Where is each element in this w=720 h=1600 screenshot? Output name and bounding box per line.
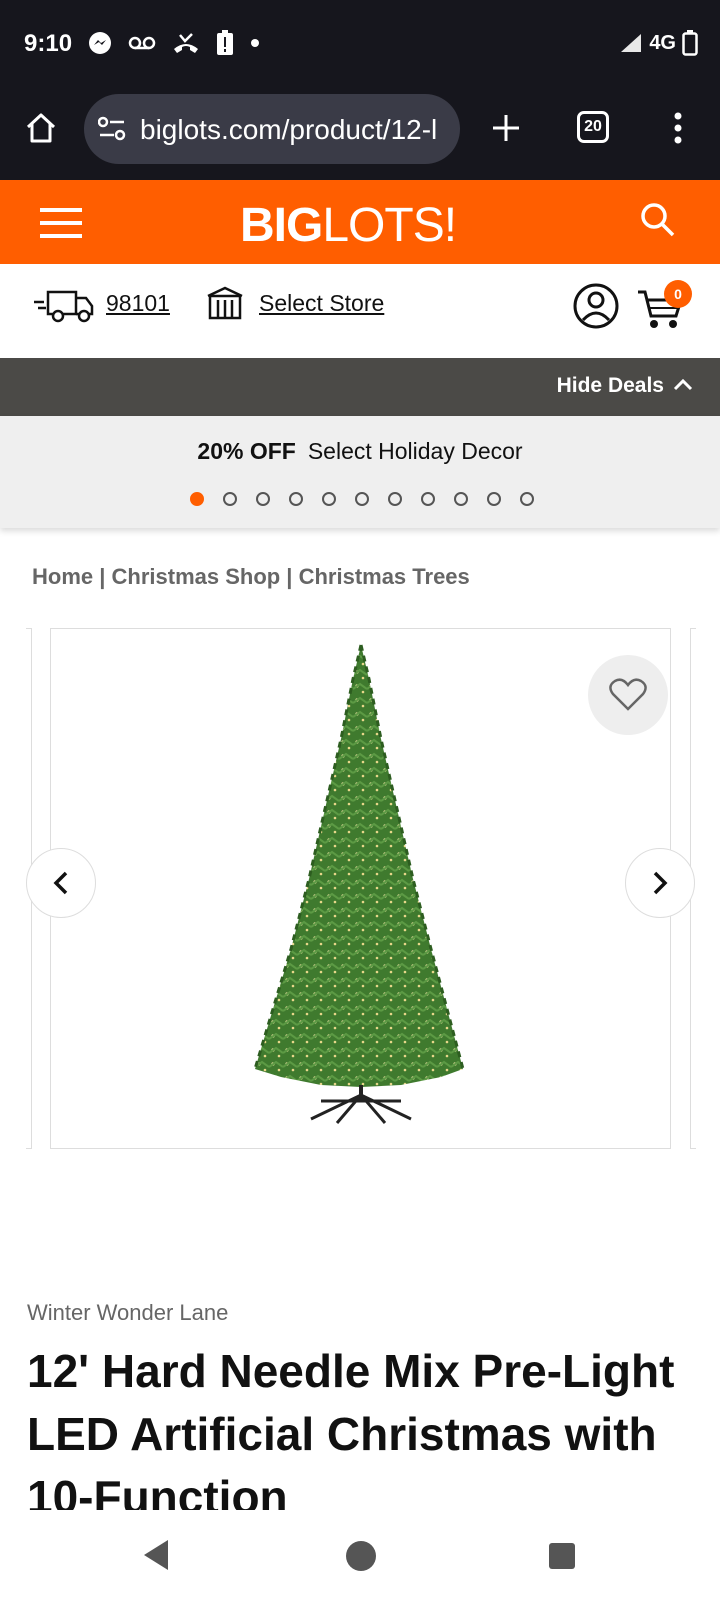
- recents-square-icon: [549, 1543, 575, 1569]
- back-button[interactable]: [140, 1538, 176, 1574]
- product-image-gallery[interactable]: [50, 628, 671, 1149]
- new-tab-button[interactable]: [484, 106, 528, 150]
- carousel-dots: [190, 492, 534, 506]
- tab-switcher-button[interactable]: 20: [577, 111, 609, 143]
- promo-highlight: 20% OFF: [197, 438, 296, 464]
- select-store-link[interactable]: Select Store: [259, 290, 384, 317]
- account-button[interactable]: [572, 282, 620, 330]
- url-text: biglots.com/product/12-l: [140, 114, 438, 145]
- url-bar[interactable]: biglots.com/product/12-l: [84, 94, 460, 164]
- plus-icon: [493, 115, 519, 141]
- browser-toolbar: biglots.com/product/12-l 20: [0, 88, 720, 180]
- search-icon: [641, 203, 675, 237]
- notification-icons: [88, 30, 260, 56]
- hide-deals-label: Hide Deals: [556, 374, 664, 397]
- home-icon: [26, 113, 56, 143]
- browser-menu-button[interactable]: [656, 106, 700, 150]
- deals-bar: Hide Deals: [0, 358, 720, 416]
- zip-code-link[interactable]: 98101: [106, 290, 170, 317]
- battery-icon: [682, 30, 698, 56]
- menu-button[interactable]: [40, 206, 84, 240]
- hamburger-icon: [40, 208, 82, 238]
- promo-text: 20% OFF Select Holiday Decor: [0, 438, 720, 465]
- system-navigation-bar: [0, 1510, 720, 1600]
- heart-icon: [609, 678, 647, 711]
- network-type: 4G: [649, 31, 676, 54]
- logo-lots: LOTS!: [322, 199, 457, 252]
- battery-alert-icon: [217, 30, 233, 55]
- store-icon: [207, 286, 243, 320]
- site-settings-icon: [98, 116, 126, 141]
- next-image-button[interactable]: [625, 848, 695, 918]
- favorite-button[interactable]: [588, 655, 668, 735]
- logo-big: BIG: [240, 199, 323, 252]
- chevron-left-icon: [53, 871, 68, 895]
- carousel-dot[interactable]: [388, 492, 402, 506]
- voicemail-icon: [128, 36, 156, 50]
- carousel-dot[interactable]: [520, 492, 534, 506]
- location-bar: 98101 Select Store 0: [0, 264, 720, 358]
- missed-call-icon: [174, 33, 198, 53]
- prev-image-button[interactable]: [26, 848, 96, 918]
- chevron-up-icon: [673, 378, 693, 391]
- home-button[interactable]: [19, 106, 63, 150]
- carousel-dot[interactable]: [256, 492, 270, 506]
- signal-icon: [621, 34, 642, 52]
- recents-button[interactable]: [548, 1542, 576, 1570]
- carousel-dot[interactable]: [421, 492, 435, 506]
- carousel-dot[interactable]: [289, 492, 303, 506]
- search-button[interactable]: [640, 202, 680, 242]
- carousel-dot[interactable]: [454, 492, 468, 506]
- delivery-truck-icon: [34, 290, 94, 323]
- account-icon: [573, 283, 619, 329]
- home-nav-button[interactable]: [345, 1540, 377, 1572]
- status-time: 9:10: [24, 30, 73, 57]
- biglots-logo[interactable]: BIGLOTS!: [240, 198, 457, 253]
- carousel-dot[interactable]: [355, 492, 369, 506]
- carousel-dot[interactable]: [223, 492, 237, 506]
- home-circle-icon: [346, 1541, 376, 1571]
- site-header: BIGLOTS!: [0, 180, 720, 264]
- chevron-right-icon: [653, 871, 668, 895]
- promo-description: Select Holiday Decor: [307, 438, 523, 464]
- cart-count-badge: 0: [664, 280, 692, 308]
- breadcrumb[interactable]: Home | Christmas Shop | Christmas Trees: [32, 564, 470, 590]
- carousel-dot[interactable]: [190, 492, 204, 506]
- messenger-icon: [89, 32, 111, 54]
- carousel-dot[interactable]: [322, 492, 336, 506]
- back-triangle-icon: [144, 1540, 168, 1570]
- product-brand[interactable]: Winter Wonder Lane: [27, 1300, 228, 1326]
- promo-carousel[interactable]: 20% OFF Select Holiday Decor: [0, 416, 720, 528]
- more-vert-icon: [674, 112, 682, 144]
- christmas-tree-image: [253, 644, 465, 1124]
- carousel-dot[interactable]: [487, 492, 501, 506]
- system-icons: 4G: [619, 30, 698, 56]
- hide-deals-button[interactable]: Hide Deals: [557, 374, 664, 398]
- status-bar: 9:10 4G: [0, 0, 720, 88]
- product-title: 12' Hard Needle Mix Pre-Light LED Artifi…: [27, 1345, 675, 1523]
- dot-icon: [251, 39, 259, 47]
